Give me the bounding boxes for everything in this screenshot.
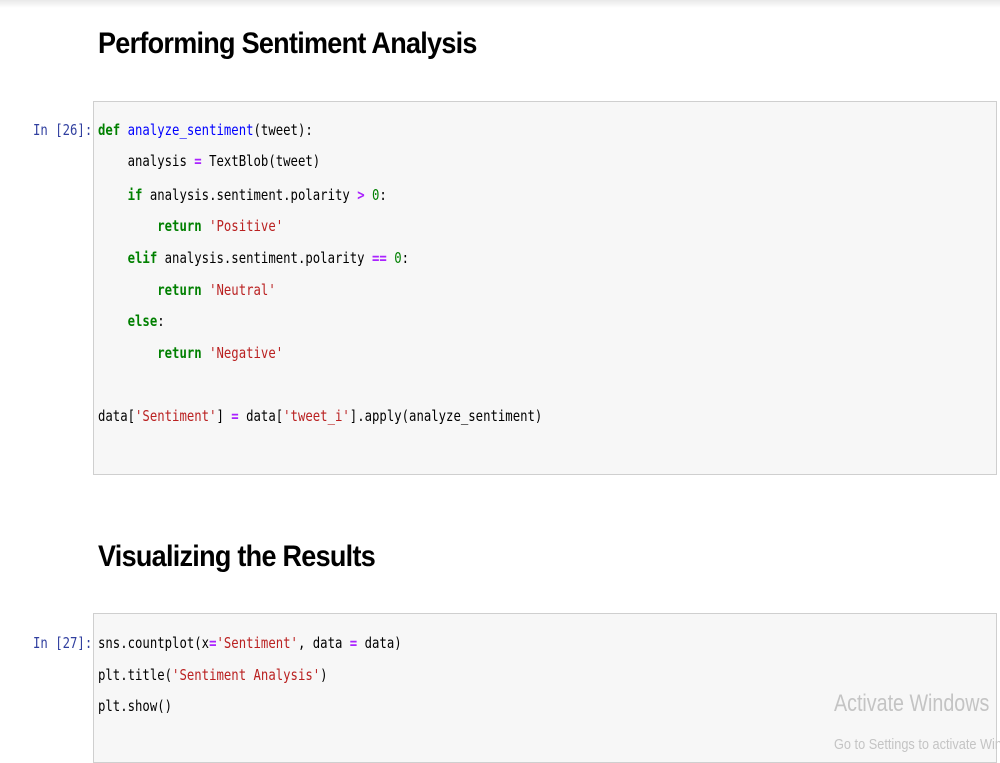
code-line: def analyze_sentiment(tweet): <box>98 121 313 139</box>
section-heading-sentiment-analysis: Performing Sentiment Analysis <box>98 27 477 60</box>
code-line: plt.show() <box>98 697 173 715</box>
code-line: elif analysis.sentiment.polarity == 0: <box>127 249 410 267</box>
activate-windows-watermark: Activate Windows <box>834 690 990 717</box>
code-line: sns.countplot(x='Sentiment', data = data… <box>98 634 402 652</box>
notebook-top-shadow <box>0 0 1000 8</box>
code-line: return 'Positive' <box>157 217 284 235</box>
code-line: else: <box>127 312 165 330</box>
code-line: plt.title('Sentiment Analysis') <box>98 666 328 684</box>
code-line: data['Sentiment'] = data['tweet_i'].appl… <box>98 407 543 425</box>
activate-windows-hint: Go to Settings to activate Windows. <box>834 736 1000 753</box>
code-line: return 'Negative' <box>157 344 284 362</box>
code-line: if analysis.sentiment.polarity > 0: <box>127 186 387 204</box>
cell-prompt-26: In [26]: <box>33 121 93 139</box>
cell-prompt-27: In [27]: <box>33 634 93 652</box>
section-heading-visualizing-results: Visualizing the Results <box>98 540 376 573</box>
code-line: return 'Neutral' <box>157 281 276 299</box>
code-line: analysis = TextBlob(tweet) <box>127 152 321 170</box>
